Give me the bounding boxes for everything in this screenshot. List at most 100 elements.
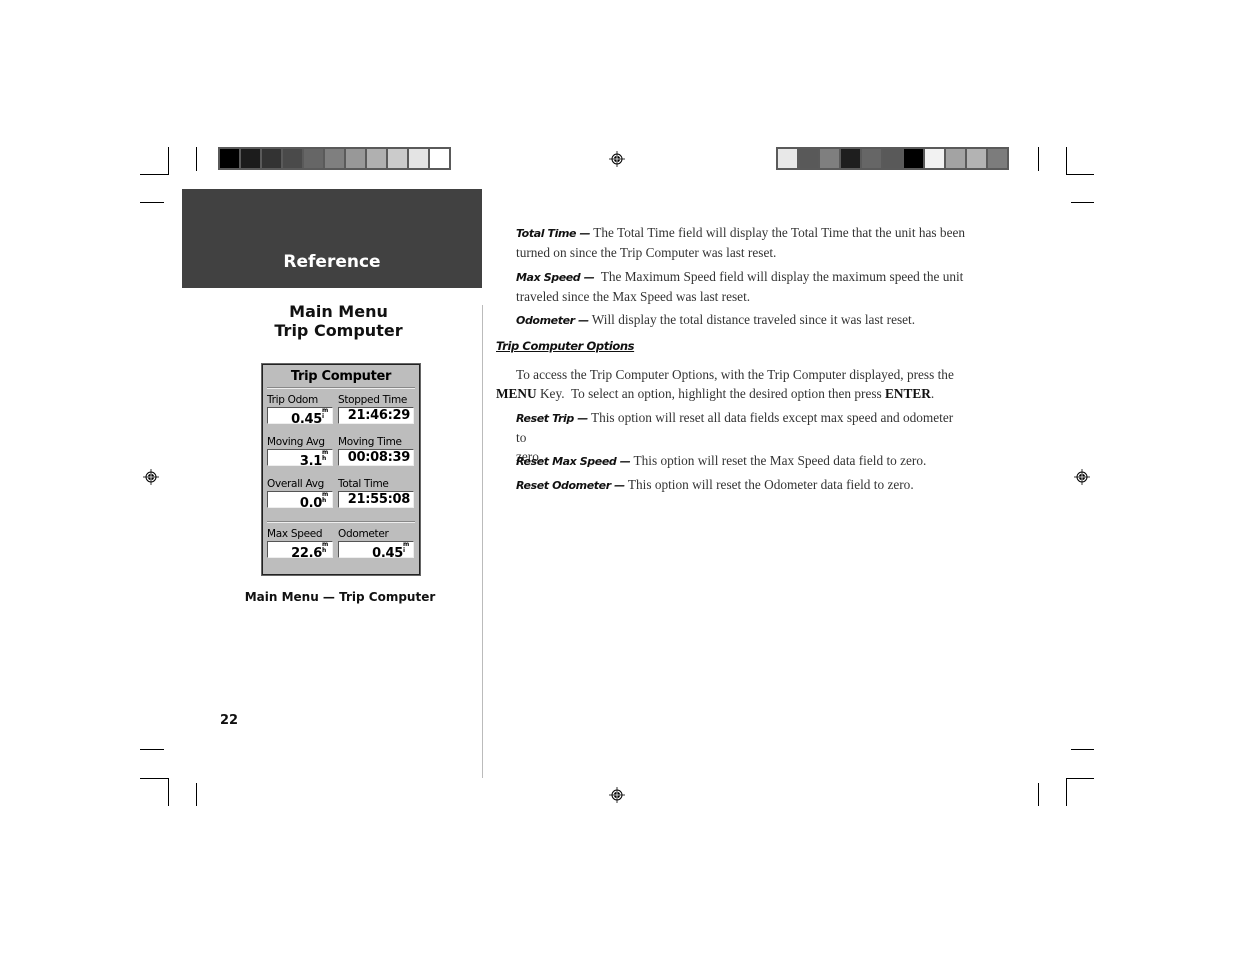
color-bar-left	[218, 147, 451, 170]
color-swatch	[862, 149, 881, 168]
crop-mark	[168, 147, 169, 175]
side-title: Main Menu Trip Computer	[182, 302, 495, 340]
trip-field: Overall Avg 0.0m h	[267, 478, 333, 511]
crop-mark	[140, 749, 164, 750]
color-swatch	[367, 149, 386, 168]
text: Key. To select an option, highlight the …	[536, 386, 886, 401]
trip-field-label: Moving Avg	[267, 436, 325, 448]
section-banner: Reference	[182, 189, 482, 288]
crop-mark	[140, 174, 169, 175]
trip-field-value: 22.6m h	[267, 541, 333, 561]
crop-mark	[1038, 147, 1039, 171]
term-reset-max-speed: Reset Max Speed —	[516, 455, 631, 468]
color-swatch	[220, 149, 239, 168]
crop-mark	[140, 778, 169, 779]
text: turned on since the Trip Computer was la…	[516, 245, 777, 260]
crop-mark	[168, 778, 169, 806]
crop-mark	[140, 202, 164, 203]
column-divider	[482, 305, 483, 778]
color-swatch	[283, 149, 302, 168]
section-heading-options: Trip Computer Options	[496, 339, 635, 353]
trip-field-label: Max Speed	[267, 528, 323, 540]
text: The Total Time field will display the To…	[590, 225, 966, 240]
color-swatch	[325, 149, 344, 168]
unit-label: mh	[322, 541, 328, 554]
text: To access the Trip Computer Options, wit…	[516, 367, 954, 382]
crop-mark	[1066, 778, 1067, 806]
paragraph-reset-max-speed: Reset Max Speed — This option will reset…	[516, 451, 966, 471]
color-swatch	[304, 149, 323, 168]
trip-field-value: 21:55:08	[338, 491, 414, 508]
color-swatch	[925, 149, 944, 168]
crop-mark	[1066, 147, 1067, 175]
screen-divider	[267, 387, 415, 389]
registration-mark-icon	[609, 151, 625, 167]
color-swatch	[883, 149, 902, 168]
unit-label: mi	[403, 541, 409, 554]
trip-field: Total Time 21:55:08	[338, 478, 414, 508]
term-odometer: Odometer —	[516, 314, 589, 327]
crop-mark	[1066, 778, 1094, 779]
trip-field-value: 0.0m h	[267, 491, 333, 511]
trip-field: Trip Odom 0.45m i	[267, 394, 333, 427]
crop-mark	[1038, 783, 1039, 806]
crop-mark	[1066, 174, 1094, 175]
paragraph-reset-odometer: Reset Odometer — This option will reset …	[516, 475, 966, 495]
color-swatch	[409, 149, 428, 168]
trip-field-value: 21:46:29	[338, 407, 414, 424]
paragraph-total-time: Total Time — The Total Time field will d…	[516, 223, 966, 262]
trip-field-value: 0.45m i	[338, 541, 414, 561]
crop-mark	[196, 147, 197, 171]
unit-label: mh	[322, 491, 328, 504]
color-swatch	[841, 149, 860, 168]
text: The Maximum Speed field will display the…	[594, 269, 964, 284]
color-swatch	[799, 149, 818, 168]
term-total-time: Total Time —	[516, 227, 591, 240]
trip-field-label: Total Time	[338, 478, 389, 490]
figure-caption: Main Menu — Trip Computer	[244, 590, 436, 604]
trip-field-label: Moving Time	[338, 436, 402, 448]
trip-field-value: 0.45m i	[267, 407, 333, 427]
color-swatch	[967, 149, 986, 168]
text: This option will reset the Odometer data…	[624, 477, 914, 492]
color-swatch	[262, 149, 281, 168]
key-enter: ENTER	[885, 386, 931, 401]
crop-mark	[1071, 202, 1094, 203]
text: Will display the total distance traveled…	[588, 312, 916, 327]
color-swatch	[430, 149, 449, 168]
term-reset-trip: Reset Trip —	[516, 412, 588, 425]
paragraph-max-speed: Max Speed — The Maximum Speed field will…	[516, 267, 966, 306]
paragraph-odometer: Odometer — Will display the total distan…	[516, 310, 966, 330]
color-swatch	[778, 149, 797, 168]
trip-field: Max Speed 22.6m h	[267, 528, 333, 561]
registration-mark-icon	[1074, 469, 1090, 485]
trip-field: Odometer 0.45m i	[338, 528, 414, 561]
color-swatch	[820, 149, 839, 168]
color-swatch	[946, 149, 965, 168]
trip-field-label: Trip Odom	[267, 394, 318, 406]
trip-field-value: 00:08:39	[338, 449, 414, 466]
color-swatch	[988, 149, 1007, 168]
trip-field: Moving Time 00:08:39	[338, 436, 414, 466]
trip-field-label: Stopped Time	[338, 394, 408, 406]
section-title: Reference	[283, 252, 381, 272]
unit-label: mi	[322, 407, 328, 420]
crop-mark	[196, 783, 197, 806]
page-number: 22	[220, 713, 239, 728]
paragraph-options-intro: To access the Trip Computer Options, wit…	[496, 365, 966, 403]
trip-field: Moving Avg 3.1m h	[267, 436, 333, 469]
side-title-line2: Trip Computer	[274, 321, 403, 340]
crop-mark	[1071, 749, 1094, 750]
side-title-line1: Main Menu	[289, 302, 388, 321]
color-swatch	[904, 149, 923, 168]
color-swatch	[388, 149, 407, 168]
text: This option will reset the Max Speed dat…	[630, 453, 927, 468]
key-menu: MENU	[496, 386, 537, 401]
trip-field: Stopped Time 21:46:29	[338, 394, 414, 424]
screen-title: Trip Computer	[290, 369, 392, 384]
term-reset-odometer: Reset Odometer —	[516, 479, 625, 492]
registration-mark-icon	[609, 787, 625, 803]
term-max-speed: Max Speed —	[516, 271, 595, 284]
text: .	[930, 386, 935, 401]
color-swatch	[241, 149, 260, 168]
